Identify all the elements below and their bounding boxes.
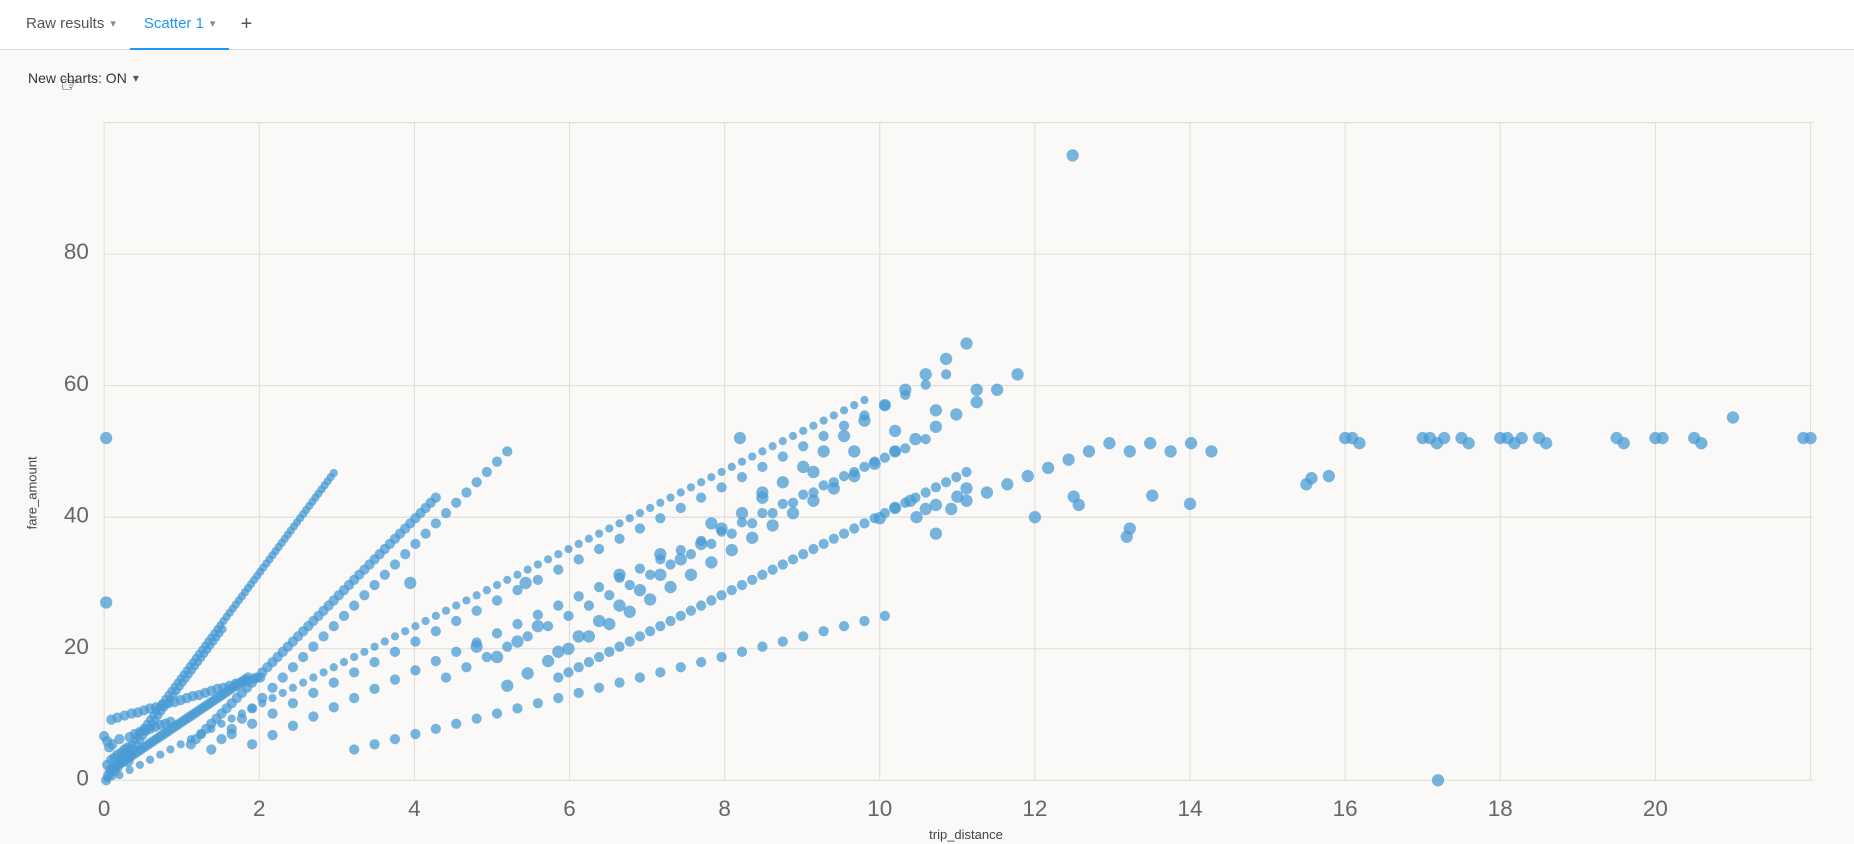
svg-text:20: 20	[64, 634, 89, 659]
scatter-wrapper: fare_amount .grid-line { stroke: #e0ddd8…	[20, 102, 1834, 844]
svg-text:14: 14	[1178, 796, 1203, 821]
add-tab-icon: +	[241, 13, 253, 36]
tab-scatter-1-chevron: ▾	[210, 17, 216, 30]
tab-bar: Raw results ▾ Scatter 1 ▾ +	[0, 0, 1854, 50]
y-axis-label: fare_amount	[20, 102, 44, 844]
chart-area: New charts: ON ▾ ☞ fare_amount .grid-lin…	[0, 50, 1854, 840]
tab-raw-results-chevron: ▾	[110, 17, 116, 30]
chart-controls: New charts: ON ▾ ☞	[20, 66, 1834, 90]
add-tab-button[interactable]: +	[229, 8, 263, 42]
tab-scatter-1-label: Scatter 1	[144, 15, 204, 32]
svg-text:18: 18	[1488, 796, 1513, 821]
scatter-plot-svg: .grid-line { stroke: #e0ddd8; stroke-wid…	[48, 102, 1834, 821]
svg-text:0: 0	[76, 765, 88, 790]
svg-text:12: 12	[1022, 796, 1047, 821]
svg-text:8: 8	[718, 796, 730, 821]
svg-text:80: 80	[64, 239, 89, 264]
tab-raw-results[interactable]: Raw results ▾	[12, 0, 130, 50]
plot-area: .grid-line { stroke: #e0ddd8; stroke-wid…	[48, 102, 1834, 821]
svg-text:60: 60	[64, 371, 89, 396]
svg-text:16: 16	[1333, 796, 1358, 821]
x-axis-label: trip_distance	[98, 821, 1834, 844]
svg-text:6: 6	[563, 796, 575, 821]
tab-scatter-1[interactable]: Scatter 1 ▾	[130, 0, 230, 50]
tab-raw-results-label: Raw results	[26, 15, 104, 32]
svg-text:4: 4	[408, 796, 420, 821]
svg-text:40: 40	[64, 502, 89, 527]
svg-text:10: 10	[867, 796, 892, 821]
new-charts-toggle[interactable]: New charts: ON ▾	[20, 66, 147, 90]
svg-text:20: 20	[1643, 796, 1668, 821]
chart-inner: .grid-line { stroke: #e0ddd8; stroke-wid…	[48, 102, 1834, 844]
svg-text:0: 0	[98, 796, 110, 821]
new-charts-label: New charts: ON	[28, 70, 127, 86]
svg-text:2: 2	[253, 796, 265, 821]
new-charts-chevron: ▾	[133, 71, 139, 85]
